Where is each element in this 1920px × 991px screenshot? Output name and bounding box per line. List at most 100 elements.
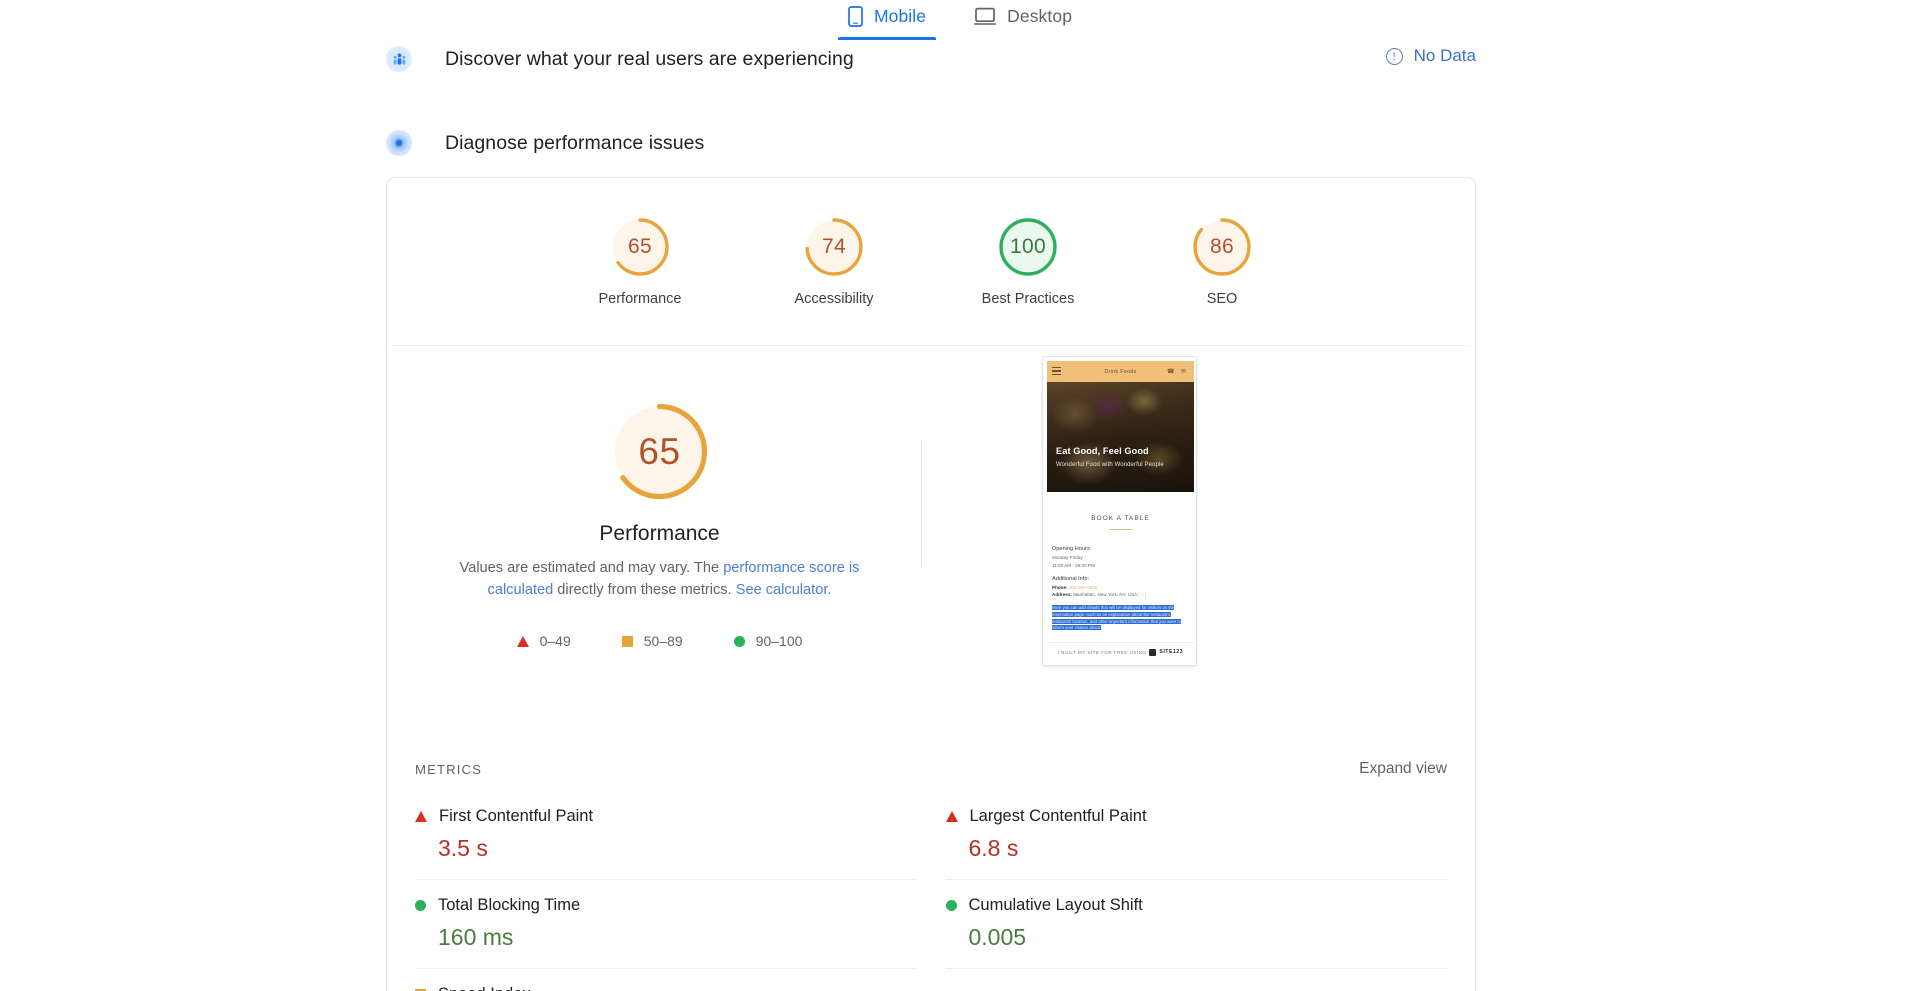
metric-total-blocking-time[interactable]: Total Blocking Time 160 ms xyxy=(415,880,917,969)
preview-book-section: BOOK A TABLE xyxy=(1047,492,1194,531)
score-value-performance: 65 xyxy=(628,235,652,258)
tab-desktop[interactable]: Desktop xyxy=(950,0,1096,40)
screenshot-image: Drink Foods ☎ ✉ Eat Good, Feel Good Wond… xyxy=(1047,361,1194,661)
metrics-label: METRICS xyxy=(415,761,483,777)
score-value-seo: 86 xyxy=(1210,235,1234,258)
preview-info: Opening Hours: Monday-Friday 11:00 AM - … xyxy=(1047,530,1194,632)
legend-label-good: 90–100 xyxy=(755,633,803,650)
preview-phone-row: Phone: 000-000-0000 xyxy=(1052,584,1189,591)
pagespeed-report: Mobile Desktop Discover what your real u… xyxy=(0,0,1920,991)
metric-name: Largest Contentful Paint xyxy=(969,807,1147,825)
score-ring-accessibility: 74 xyxy=(801,214,867,280)
score-value-best-practices: 100 xyxy=(1010,235,1046,258)
metric-largest-contentful-paint[interactable]: Largest Contentful Paint 6.8 s xyxy=(945,791,1447,880)
legend-item-poor: 0–49 xyxy=(516,633,571,649)
score-legend: 0–49 50–89 90–100 xyxy=(387,633,932,649)
field-data-header: Discover what your real users are experi… xyxy=(386,46,854,72)
tab-desktop-label: Desktop xyxy=(1007,6,1073,26)
preview-book-label: BOOK A TABLE xyxy=(1091,515,1150,522)
lab-data-header: Diagnose performance issues xyxy=(386,130,704,156)
metric-name: Total Blocking Time xyxy=(438,896,581,914)
preview-address-row: Address: Manhattan, New York, NY, USA [ … xyxy=(1052,591,1189,598)
tab-mobile[interactable]: Mobile xyxy=(824,0,950,40)
desktop-icon xyxy=(974,7,997,26)
vertical-divider xyxy=(921,442,922,568)
metric-name: Speed Index xyxy=(438,985,531,991)
legend-item-average: 50–89 xyxy=(621,633,683,650)
score-ring-performance: 65 xyxy=(607,214,673,280)
metric-first-contentful-paint[interactable]: First Contentful Paint 3.5 s xyxy=(415,791,917,880)
preview-paragraph: Here you can add details that will be di… xyxy=(1052,604,1181,631)
no-data-status[interactable]: ! No Data xyxy=(1385,46,1476,66)
circle-icon xyxy=(733,635,745,647)
tab-mobile-label: Mobile xyxy=(873,6,927,26)
see-calculator-link[interactable]: See calculator. xyxy=(736,582,832,598)
category-score-best-practices[interactable]: 100 Best Practices xyxy=(973,214,1083,307)
preview-hours-time: 11:00 AM - 09:00 PM xyxy=(1052,562,1095,568)
square-icon xyxy=(621,635,633,647)
lab-data-title: Diagnose performance issues xyxy=(445,131,705,154)
score-ring-best-practices: 100 xyxy=(995,214,1061,280)
score-label-accessibility: Accessibility xyxy=(794,291,874,307)
mobile-icon xyxy=(848,6,863,27)
metric-name: First Contentful Paint xyxy=(439,807,594,825)
users-icon xyxy=(386,46,412,72)
score-value-accessibility: 74 xyxy=(822,235,846,258)
expand-view-button[interactable]: Expand view xyxy=(1359,760,1447,778)
circle-icon xyxy=(945,900,957,911)
preview-hero: Eat Good, Feel Good Wonderful Food with … xyxy=(1047,382,1194,492)
metric-value: 6.8 s xyxy=(968,835,1019,861)
score-label-performance: Performance xyxy=(598,291,682,307)
preview-contact-icons: ☎ ✉ xyxy=(1166,369,1189,375)
preview-footer: I BUILT MY SITE FOR FREE USING SITE123 xyxy=(1047,642,1194,661)
no-data-label: No Data xyxy=(1413,46,1476,65)
preview-topbar: Drink Foods ☎ ✉ xyxy=(1047,361,1194,382)
preview-hours-days: Monday-Friday xyxy=(1052,555,1083,561)
preview-footer-brand: SITE123 xyxy=(1159,649,1184,655)
main-score-description: Values are estimated and may vary. The p… xyxy=(432,558,887,601)
preview-footer-text: I BUILT MY SITE FOR FREE USING xyxy=(1057,649,1147,655)
preview-hours-head: Opening Hours: xyxy=(1052,546,1092,553)
circle-icon xyxy=(415,900,426,911)
triangle-icon xyxy=(516,635,529,647)
performance-summary: 65 Performance Values are estimated and … xyxy=(387,346,1475,754)
metric-value: 3.5 s xyxy=(438,835,488,861)
preview-address-value: Manhattan, New York, NY, USA xyxy=(1073,591,1137,597)
diagnose-icon xyxy=(386,130,412,156)
score-ring-seo: 86 xyxy=(1189,214,1255,280)
category-score-performance[interactable]: 65 Performance xyxy=(585,214,695,307)
device-tabs: Mobile Desktop xyxy=(0,0,1920,44)
score-label-seo: SEO xyxy=(1206,291,1238,307)
metrics-grid: First Contentful Paint 3.5 s Largest Con… xyxy=(387,791,1475,991)
preview-additional-head: Additional Info: xyxy=(1052,575,1090,582)
metrics-header: METRICS Expand view xyxy=(387,760,1475,778)
preview-phone-value: 000-000-0000 xyxy=(1068,584,1098,590)
triangle-icon xyxy=(945,811,958,822)
metric-speed-index[interactable]: Speed Index 4.8 s xyxy=(415,969,917,991)
main-score-ring: 65 xyxy=(606,398,713,505)
triangle-icon xyxy=(415,811,427,822)
metric-name: Cumulative Layout Shift xyxy=(968,896,1143,914)
main-score-title: Performance xyxy=(599,522,720,545)
hamburger-icon xyxy=(1052,367,1061,375)
preview-brand: Drink Foods xyxy=(1104,368,1137,375)
page-screenshot-preview[interactable]: Drink Foods ☎ ✉ Eat Good, Feel Good Wond… xyxy=(1042,356,1197,666)
category-score-row: 65 Performance 74 Accessibility 100 Best… xyxy=(387,178,1475,307)
site123-badge-icon xyxy=(1149,648,1157,656)
desc-text-2: directly from these metrics. xyxy=(553,581,736,598)
legend-label-average: 50–89 xyxy=(643,633,683,650)
category-score-seo[interactable]: 86 SEO xyxy=(1167,214,1277,307)
lighthouse-card: 65 Performance 74 Accessibility 100 Best… xyxy=(386,177,1476,991)
metric-value: 0.005 xyxy=(968,924,1027,950)
info-icon: ! xyxy=(1385,47,1403,65)
field-data-title: Discover what your real users are experi… xyxy=(445,47,854,70)
preview-phone-label: Phone: xyxy=(1052,584,1068,590)
preview-address-label: Address: xyxy=(1052,591,1072,597)
main-score-value: 65 xyxy=(638,430,681,472)
category-score-accessibility[interactable]: 74 Accessibility xyxy=(779,214,889,307)
metric-cumulative-layout-shift[interactable]: Cumulative Layout Shift 0.005 xyxy=(945,880,1447,969)
metric-value: 160 ms xyxy=(438,924,514,950)
score-label-best-practices: Best Practices xyxy=(981,291,1075,307)
preview-hero-subtitle: Wonderful Food with Wonderful People xyxy=(1056,462,1164,468)
preview-hero-title: Eat Good, Feel Good xyxy=(1056,446,1149,456)
